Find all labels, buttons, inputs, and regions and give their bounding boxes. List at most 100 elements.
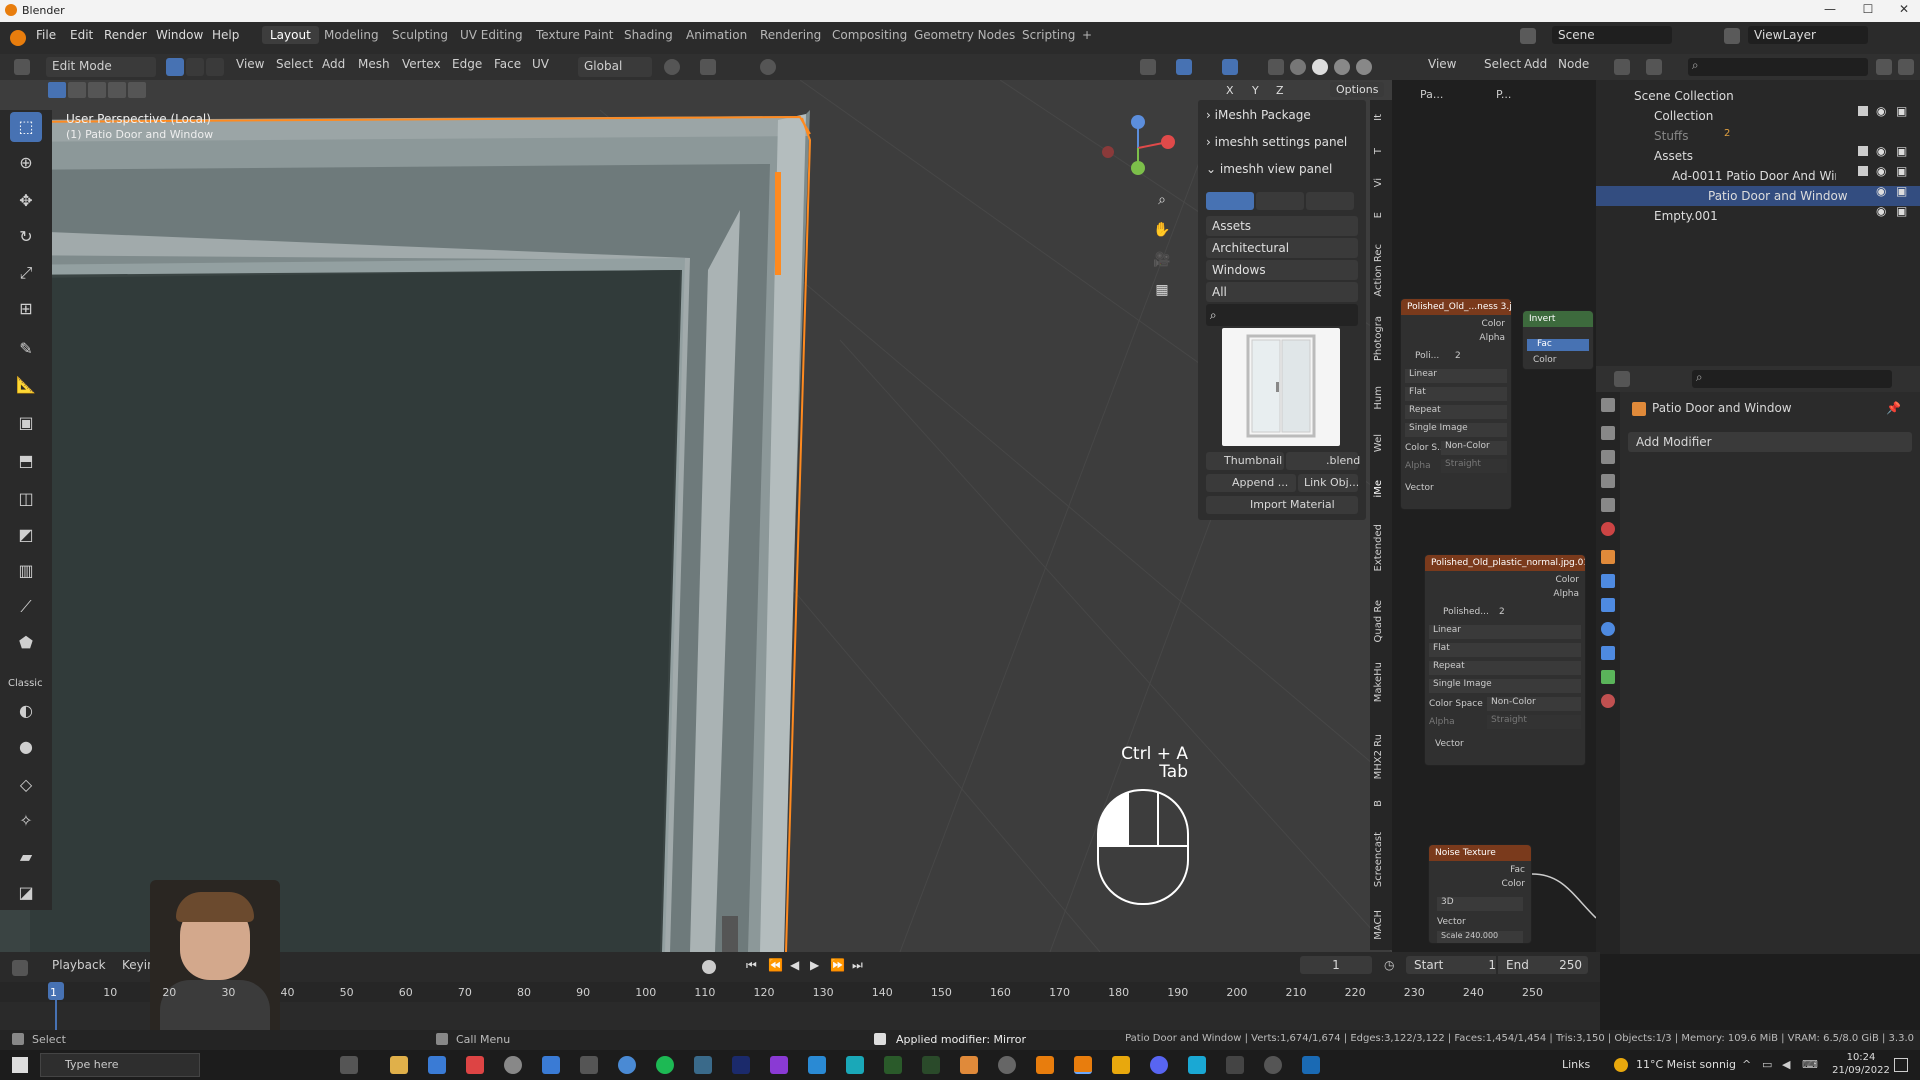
app-icon-11[interactable] (960, 1056, 978, 1074)
outliner-search-input[interactable]: ⌕ (1688, 58, 1868, 76)
tab-edit[interactable]: E (1373, 212, 1384, 218)
timeline-type-icon[interactable] (12, 960, 28, 976)
menu-window[interactable]: Window (156, 28, 203, 42)
tab-hum[interactable]: Hum (1373, 386, 1384, 410)
tab-geometry-nodes[interactable]: Geometry Nodes (914, 28, 1015, 42)
add-cube-icon[interactable]: ▣ (10, 408, 42, 438)
visibility-icon[interactable] (1140, 59, 1156, 75)
menu-file[interactable]: File (36, 28, 56, 42)
tab-action-rec[interactable]: Action Rec (1373, 244, 1384, 297)
taskbar-time[interactable]: 10:24 (1836, 1052, 1886, 1063)
timeline-menu-playback[interactable]: Playback (52, 958, 106, 978)
gizmo-icon[interactable] (1176, 59, 1192, 75)
tab-mach[interactable]: MACH (1373, 910, 1384, 940)
blender-taskbar-icon[interactable] (1074, 1056, 1092, 1074)
invert-fac-field[interactable]: Fac (1527, 339, 1589, 351)
tab-sculpting[interactable]: Sculpting (392, 28, 448, 42)
tab-quad-re[interactable]: Quad Re (1373, 600, 1384, 643)
app-icon-4[interactable] (580, 1056, 598, 1074)
node-menu-view[interactable]: View (1428, 57, 1456, 77)
tab-screencast[interactable]: Screencast (1373, 832, 1384, 887)
scale-icon[interactable]: ⤢ (10, 258, 42, 288)
camera-render-icon[interactable]: ▣ (1896, 104, 1907, 118)
tab-mhx2[interactable]: MHX2 Ru (1373, 734, 1384, 779)
eye-icon[interactable]: ◉ (1876, 144, 1886, 158)
outliner-type-icon[interactable] (1614, 59, 1630, 75)
select-extend-icon[interactable] (68, 82, 86, 98)
node-menu-select[interactable]: Select (1484, 57, 1521, 77)
zoom-icon[interactable]: ⌕ (1152, 192, 1172, 212)
shader-node-editor[interactable]: View Select Add Node Pa... P... Polished… (1392, 54, 1596, 954)
end-frame-field[interactable]: 250 (1546, 956, 1582, 974)
add-workspace-button[interactable]: + (1082, 28, 1092, 42)
prev-keyframe-icon[interactable]: ⏪ (768, 958, 783, 972)
extrude-icon[interactable]: ⬒ (10, 446, 42, 476)
scene-tab-icon[interactable] (1601, 498, 1615, 512)
select-subtract-icon[interactable] (88, 82, 106, 98)
menu-uv[interactable]: UV (532, 57, 549, 77)
start-frame-field[interactable]: 1 (1466, 956, 1496, 974)
materials-tab-icon[interactable] (1256, 192, 1304, 210)
tab-modeling[interactable]: Modeling (324, 28, 379, 42)
outliner-ad0011[interactable]: Ad-0011 Patio Door And Window.I (1596, 166, 1836, 186)
section-imeshh-package[interactable]: › iMeshh Package (1206, 104, 1358, 126)
eye-icon[interactable]: ◉ (1876, 204, 1886, 218)
axis-z-toggle[interactable]: Z (1276, 84, 1284, 97)
taskbar-links[interactable]: Links (1562, 1058, 1590, 1071)
append-button[interactable]: Append ... (1206, 474, 1296, 492)
checkbox-icon[interactable] (1858, 166, 1868, 176)
view-layer-selector[interactable]: ViewLayer (1748, 26, 1868, 44)
notifications-icon[interactable] (1894, 1058, 1908, 1072)
jump-start-icon[interactable]: ⏮ (746, 958, 757, 973)
app-icon-18[interactable] (1302, 1056, 1320, 1074)
overlay-icon[interactable] (1222, 59, 1238, 75)
asset-search-input[interactable]: ⌕ (1206, 304, 1358, 326)
tab-extended[interactable]: Extended (1373, 524, 1384, 572)
shrink-fatten-icon[interactable]: ✧ (10, 806, 42, 836)
blender-menu-icon[interactable] (10, 30, 26, 46)
tab-animation[interactable]: Animation (686, 28, 747, 42)
category-dropdown-assets[interactable]: Assets (1206, 216, 1358, 236)
current-frame-field[interactable]: 1 (1300, 956, 1372, 974)
thumbnail-button[interactable]: Thumbnail (1206, 452, 1284, 470)
app-icon-14[interactable] (1112, 1056, 1130, 1074)
face-select-icon[interactable] (206, 58, 224, 76)
select-invert-icon[interactable] (108, 82, 126, 98)
move-icon[interactable]: ✥ (10, 186, 42, 216)
chrome-icon[interactable] (618, 1056, 636, 1074)
output-tab-icon[interactable] (1601, 450, 1615, 464)
add-modifier-button[interactable]: Add Modifier (1628, 432, 1912, 452)
navigation-gizmo[interactable] (1098, 110, 1178, 190)
tab-b[interactable]: B (1373, 800, 1384, 807)
axis-x-toggle[interactable]: X (1226, 84, 1234, 97)
solid-shading-icon[interactable] (1312, 59, 1328, 75)
menu-edge[interactable]: Edge (452, 57, 482, 77)
edge-slide-icon[interactable]: ◇ (10, 770, 42, 800)
rotate-icon[interactable]: ↻ (10, 222, 42, 252)
invert-node[interactable]: Invert Fac Color (1522, 310, 1594, 370)
category-dropdown-all[interactable]: All (1206, 282, 1358, 302)
camera-render-icon[interactable]: ▣ (1896, 184, 1907, 198)
loop-cut-icon[interactable]: ▥ (10, 556, 42, 586)
app-icon-1[interactable] (466, 1056, 484, 1074)
tab-uv-editing[interactable]: UV Editing (460, 28, 523, 42)
scene-selector[interactable]: Scene (1552, 26, 1672, 44)
editor-type-icon[interactable] (14, 59, 30, 75)
image-name[interactable]: Polished... (1443, 607, 1489, 617)
tab-wel[interactable]: Wel (1373, 434, 1384, 452)
extension-dropdown[interactable]: Repeat (1405, 405, 1507, 419)
import-material-button[interactable]: Import Material (1206, 496, 1358, 514)
3d-viewport[interactable]: User Perspective (Local) (1) Patio Door … (0, 80, 1392, 952)
taskbar-date[interactable]: 21/09/2022 (1826, 1065, 1896, 1076)
pin-icon[interactable]: 📌 (1886, 401, 1901, 415)
projection-dropdown[interactable]: Flat (1429, 643, 1581, 657)
app-icon-6[interactable] (770, 1056, 788, 1074)
physics-tab-icon[interactable] (1601, 622, 1615, 636)
menu-mesh[interactable]: Mesh (358, 57, 390, 77)
view-layer-icon[interactable] (1724, 28, 1740, 44)
knife-icon[interactable]: ⟋ (10, 592, 42, 622)
select-box-icon[interactable]: ⬚ (10, 112, 42, 142)
scene-icon[interactable] (1520, 28, 1536, 44)
app-icon-15[interactable] (1188, 1056, 1206, 1074)
tab-tool[interactable]: T (1373, 148, 1384, 154)
